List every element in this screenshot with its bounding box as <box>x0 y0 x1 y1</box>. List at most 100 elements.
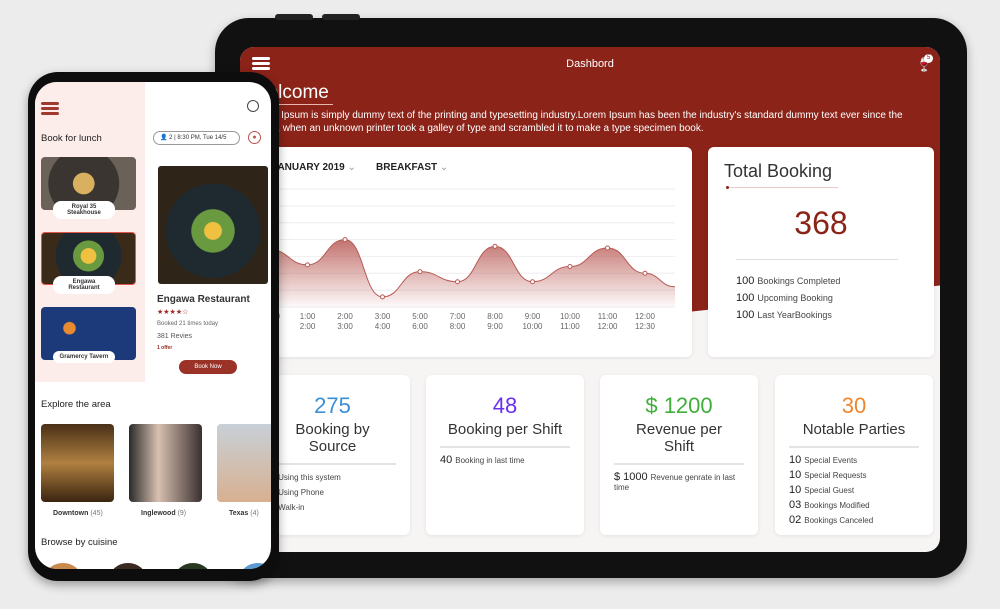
stat-row: 100 Last YearBookings <box>736 309 840 321</box>
x-tick-label: 12:00 <box>597 322 618 331</box>
tablet-button <box>275 14 313 20</box>
tablet-button <box>322 14 360 20</box>
cuisine-item[interactable] <box>175 563 211 569</box>
metric-label: Booking per Shift <box>447 421 563 438</box>
stat-row: 40 Booking in last time <box>440 454 570 466</box>
review-count: 381 Revies <box>157 333 193 340</box>
chart-card: 12:001:001:002:002:003:003:004:005:006:0… <box>240 147 692 357</box>
stat-label: Upcoming Booking <box>757 293 833 303</box>
notification-badge: 5 <box>924 54 933 63</box>
book-now-button[interactable]: Book Now <box>179 360 237 374</box>
location-pin-icon[interactable]: ● <box>248 131 261 144</box>
chevron-down-icon: ⌄ <box>347 162 356 173</box>
divider <box>726 187 838 188</box>
x-tick-label: 10:00 <box>522 322 543 331</box>
stat-label: Bookings Canceled <box>804 516 874 525</box>
x-tick-label: 12:30 <box>635 322 656 331</box>
x-tick-label: 2:00 <box>300 322 316 331</box>
area-card[interactable] <box>129 424 202 502</box>
featured-image[interactable] <box>158 166 268 284</box>
data-point <box>642 270 648 276</box>
booked-count: Booked 21 times today <box>157 321 219 327</box>
x-tick-label: 11:00 <box>598 312 618 321</box>
booking-filter[interactable]: 👤 2 | 8:30 PM, Tue 14/5 <box>153 131 240 145</box>
x-tick-label: 4:00 <box>375 322 391 331</box>
x-tick-label: 3:00 <box>375 312 391 321</box>
data-point <box>567 264 573 270</box>
stat-row: 10 Special Guest <box>789 484 919 496</box>
data-point <box>305 262 310 268</box>
explore-title: Explore the area <box>41 399 111 410</box>
stat-label: Last YearBookings <box>757 310 832 320</box>
x-tick-label: 7:00 <box>450 312 466 321</box>
stat-row: 100 Bookings Completed <box>736 275 840 287</box>
cuisine-item[interactable] <box>110 563 146 569</box>
area-name: Inglewood <box>141 510 176 517</box>
metric-value: 30 <box>841 393 867 418</box>
restaurant-name: Engawa Restaurant <box>53 276 115 294</box>
data-point <box>380 294 385 300</box>
booking-time: 8:30 PM, Tue 14/5 <box>177 135 227 141</box>
divider-dot <box>726 186 729 189</box>
data-point <box>342 237 348 243</box>
intro-text: Lorem Ipsum is simply dummy text of the … <box>250 110 903 134</box>
stat-label: Booking in last time <box>455 456 525 465</box>
stat-label: Special Guest <box>804 486 855 495</box>
area-card[interactable] <box>217 424 271 502</box>
metric-card: 48 Booking per Shift 40 Booking in last tim… <box>426 375 584 535</box>
booking-chart: 12:001:001:002:002:003:003:004:005:006:0… <box>260 188 676 331</box>
data-point <box>605 245 610 251</box>
stat-label: Special Requests <box>804 471 867 480</box>
stat-value: 03 <box>789 499 802 511</box>
rating-stars: ★★★★☆ <box>157 309 189 316</box>
stat-label: Using this system <box>278 473 341 482</box>
stat-row: 0Using Phone <box>269 486 396 498</box>
stat-row: 10 Special Requests <box>789 469 919 481</box>
area-label: Texas (4) <box>229 510 259 517</box>
area-card[interactable] <box>41 424 114 502</box>
restaurant-name: Royal 35 Steakhouse <box>53 201 115 219</box>
divider <box>736 259 898 260</box>
wine-glass-icon[interactable]: 🍷 5 <box>916 54 933 73</box>
divider <box>789 446 919 448</box>
divider <box>614 463 744 465</box>
total-booking-stats: 100 Bookings Completed 100 Upcoming Booking… <box>736 275 840 326</box>
cuisine-item[interactable] <box>240 563 271 569</box>
cuisine-item[interactable] <box>45 563 81 569</box>
data-point <box>492 243 498 249</box>
data-point <box>530 279 535 285</box>
stat-row: 0Walk-in <box>269 501 396 513</box>
x-tick-label: 3:00 <box>337 322 353 331</box>
phone-screen: Book for lunch 👤 2 | 8:30 PM, Tue 14/5 ●… <box>35 82 271 569</box>
x-tick-label: 1:00 <box>300 312 316 321</box>
stat-value: $ 1000 <box>614 471 648 483</box>
stat-value: 02 <box>789 514 802 526</box>
stat-label: Walk-in <box>278 503 305 512</box>
x-tick-label: 5:00 <box>412 312 428 321</box>
stat-row: 03 Bookings Modified <box>789 499 919 511</box>
stat-value: 100 <box>736 275 755 287</box>
data-point <box>455 279 460 285</box>
metric-label: Revenue per Shift <box>636 421 722 455</box>
stat-value: 100 <box>736 292 755 304</box>
stat-label: Special Events <box>804 456 858 465</box>
guest-count: 2 <box>169 135 173 141</box>
restaurant-name: Gramercy Tavern <box>53 351 115 363</box>
stat-value: 10 <box>789 484 802 496</box>
stat-row: 100 Upcoming Booking <box>736 292 840 304</box>
meal-select[interactable]: BREAKFAST ⌄ <box>376 162 448 173</box>
stat-label: Bookings Modified <box>804 501 870 510</box>
chevron-down-icon: ⌄ <box>439 162 449 173</box>
search-icon[interactable] <box>247 100 259 112</box>
data-point <box>417 269 423 275</box>
area-count: (4) <box>250 510 259 517</box>
area-name: Texas <box>229 510 249 517</box>
stat-value: 10 <box>789 469 802 481</box>
metric-label: Notable Parties <box>802 421 906 438</box>
tablet-screen: Dashbord 🍷 5 Welcome Lorem Ipsum is simpl… <box>240 47 940 552</box>
area-label: Downtown (45) <box>53 510 103 517</box>
metric-value: $ 1200 <box>645 393 713 418</box>
stat-row: 02 Bookings Canceled <box>789 514 919 526</box>
x-tick-label: 10:00 <box>560 312 581 321</box>
menu-icon[interactable] <box>41 102 59 115</box>
